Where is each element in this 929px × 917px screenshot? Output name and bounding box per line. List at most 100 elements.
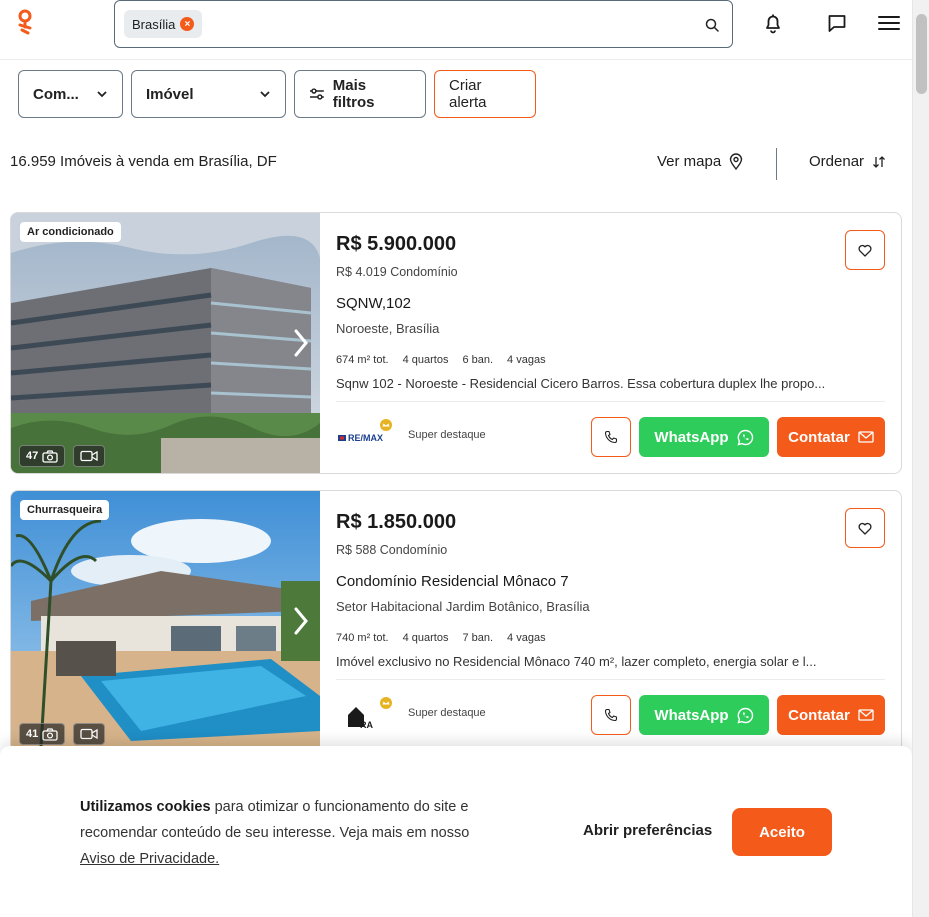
mail-icon bbox=[858, 431, 874, 443]
create-alert-button[interactable]: Criar alerta bbox=[434, 70, 536, 118]
next-photo-icon[interactable] bbox=[294, 607, 308, 635]
listing-condo-fee: R$ 588 Condomínio bbox=[336, 543, 448, 557]
listing-specs: 674 m² tot. 4 quartos 6 ban. 4 vagas bbox=[336, 354, 546, 366]
media-counters: 47 bbox=[19, 445, 106, 467]
video-icon bbox=[80, 450, 98, 462]
accept-cookies-button[interactable]: Aceito bbox=[732, 808, 832, 856]
listing-photo[interactable]: Churrasqueira 41 bbox=[11, 491, 320, 751]
favorite-button[interactable] bbox=[845, 230, 885, 270]
listing-rooms: 4 quartos bbox=[402, 632, 449, 644]
open-preferences-button[interactable]: Abrir preferências bbox=[583, 822, 712, 839]
house-photo bbox=[11, 491, 320, 751]
scrollbar-thumb[interactable] bbox=[916, 14, 927, 94]
phone-button[interactable] bbox=[591, 695, 631, 735]
heart-icon bbox=[858, 522, 872, 535]
view-map-button[interactable]: Ver mapa bbox=[657, 153, 743, 170]
more-filters-label: Mais filtros bbox=[332, 77, 375, 111]
location-chip[interactable]: Brasília × bbox=[124, 10, 203, 38]
listing-area: 740 m² tot. bbox=[336, 632, 389, 644]
search-icon[interactable] bbox=[704, 17, 720, 33]
mail-icon bbox=[858, 709, 874, 721]
phone-icon bbox=[604, 430, 618, 444]
contact-label: Contatar bbox=[788, 706, 850, 724]
whatsapp-icon bbox=[737, 707, 753, 723]
listing-parking: 4 vagas bbox=[507, 354, 546, 366]
advertiser-logo[interactable]: RE/MAX bbox=[336, 419, 392, 453]
results-count: 16.959 Imóveis à venda em Brasília, DF bbox=[10, 153, 277, 170]
cookie-title: Utilizamos cookies bbox=[80, 799, 211, 815]
listing-baths: 7 ban. bbox=[462, 632, 494, 644]
advertiser-logo-text: RA bbox=[360, 720, 373, 730]
sort-icon bbox=[873, 155, 885, 168]
listing-specs: 740 m² tot. 4 quartos 7 ban. 4 vagas bbox=[336, 632, 546, 644]
highlight-label: Super destaque bbox=[408, 707, 486, 719]
heart-icon bbox=[858, 244, 872, 257]
building-photo bbox=[11, 213, 320, 473]
contact-button[interactable]: Contatar bbox=[777, 695, 885, 735]
listing-info: R$ 5.900.000 R$ 4.019 Condomínio SQNW,10… bbox=[336, 213, 885, 473]
view-map-label: Ver mapa bbox=[657, 153, 722, 170]
listing-price: R$ 1.850.000 bbox=[336, 511, 457, 533]
listing-photo[interactable]: Ar condicionado 47 bbox=[11, 213, 320, 473]
chevron-down-icon bbox=[260, 91, 270, 98]
favorite-button[interactable] bbox=[845, 508, 885, 548]
listing-title[interactable]: SQNW,102 bbox=[336, 295, 411, 312]
highlight-label: Super destaque bbox=[408, 429, 486, 441]
video-button[interactable] bbox=[73, 445, 106, 467]
advertiser-logo-text: RE/MAX bbox=[348, 433, 383, 443]
photo-count[interactable]: 41 bbox=[19, 723, 66, 745]
bell-icon[interactable] bbox=[762, 12, 784, 34]
property-type-filter[interactable]: Imóvel bbox=[131, 70, 286, 118]
listing-price: R$ 5.900.000 bbox=[336, 233, 457, 255]
page-scrollbar[interactable] bbox=[912, 0, 929, 917]
menu-icon[interactable] bbox=[878, 12, 900, 34]
phone-button[interactable] bbox=[591, 417, 631, 457]
photo-count[interactable]: 47 bbox=[19, 445, 66, 467]
more-filters-button[interactable]: Mais filtros bbox=[294, 70, 426, 118]
contact-label: Contatar bbox=[788, 428, 850, 446]
chat-icon[interactable] bbox=[826, 12, 848, 34]
next-photo-icon[interactable] bbox=[294, 329, 308, 357]
media-counters: 41 bbox=[19, 723, 106, 745]
listing-address: Setor Habitacional Jardim Botânico, Bras… bbox=[336, 599, 590, 614]
chevron-down-icon bbox=[97, 91, 107, 98]
listing-info: R$ 1.850.000 R$ 588 Condomínio Condomíni… bbox=[336, 491, 885, 751]
top-header: Brasília × bbox=[0, 0, 912, 60]
photo-count-label: 47 bbox=[26, 450, 39, 462]
advertiser-logo[interactable]: RA bbox=[336, 697, 392, 731]
camera-icon bbox=[42, 727, 58, 741]
card-divider bbox=[336, 401, 885, 402]
card-divider bbox=[336, 679, 885, 680]
transaction-filter[interactable]: Com... bbox=[18, 70, 123, 118]
listing-baths: 6 ban. bbox=[462, 354, 494, 366]
whatsapp-label: WhatsApp bbox=[654, 428, 729, 446]
feature-badge: Churrasqueira bbox=[20, 500, 110, 520]
listing-description: Sqnw 102 - Noroeste - Residencial Cicero… bbox=[336, 376, 826, 391]
sort-label: Ordenar bbox=[809, 153, 865, 170]
privacy-notice-link[interactable]: Aviso de Privacidade. bbox=[80, 851, 219, 867]
cookie-message: Utilizamos cookies para otimizar o funci… bbox=[80, 794, 500, 872]
location-chip-label: Brasília bbox=[132, 16, 176, 32]
property-type-filter-label: Imóvel bbox=[146, 85, 194, 103]
listing-area: 674 m² tot. bbox=[336, 354, 389, 366]
search-bar[interactable]: Brasília × bbox=[114, 0, 733, 48]
whatsapp-label: WhatsApp bbox=[654, 706, 729, 724]
listing-parking: 4 vagas bbox=[507, 632, 546, 644]
remove-chip-icon[interactable]: × bbox=[180, 17, 195, 31]
results-divider bbox=[776, 148, 777, 180]
contact-button[interactable]: Contatar bbox=[777, 417, 885, 457]
whatsapp-button[interactable]: WhatsApp bbox=[639, 695, 769, 735]
listing-card[interactable]: Ar condicionado 47 R$ 5.900.000 R$ 4.019… bbox=[10, 212, 902, 474]
video-button[interactable] bbox=[73, 723, 106, 745]
photo-count-label: 41 bbox=[26, 728, 39, 740]
cookie-banner: Utilizamos cookies para otimizar o funci… bbox=[0, 746, 912, 917]
feature-badge: Ar condicionado bbox=[20, 222, 121, 242]
map-pin-icon bbox=[730, 153, 743, 170]
logo-icon[interactable] bbox=[16, 9, 36, 35]
sort-button[interactable]: Ordenar bbox=[809, 153, 886, 170]
listing-title[interactable]: Condomínio Residencial Mônaco 7 bbox=[336, 573, 569, 590]
transaction-filter-label: Com... bbox=[33, 85, 79, 103]
camera-icon bbox=[42, 449, 58, 463]
whatsapp-button[interactable]: WhatsApp bbox=[639, 417, 769, 457]
listing-card[interactable]: Churrasqueira 41 R$ 1.850.000 R$ 588 Con… bbox=[10, 490, 902, 752]
